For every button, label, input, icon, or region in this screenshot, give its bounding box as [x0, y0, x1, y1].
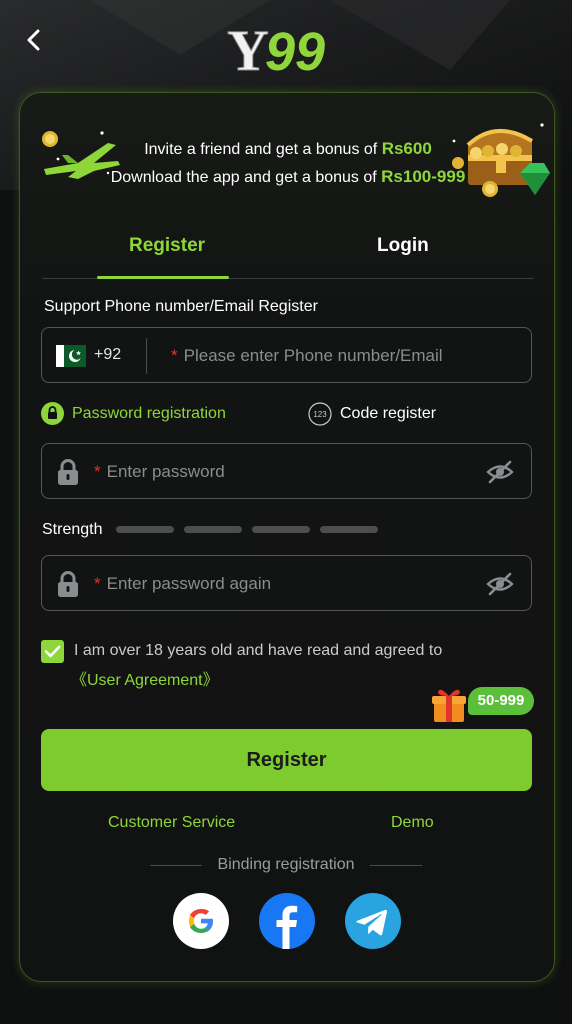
tab-login[interactable]: Login	[377, 235, 429, 257]
customer-service-link[interactable]: Customer Service	[108, 814, 235, 832]
phone-email-field[interactable]: +92 * Please enter Phone number/Email	[41, 327, 532, 383]
gift-icon	[432, 689, 466, 722]
treasure-chest-icon	[452, 123, 550, 197]
password-input[interactable]: * Enter password	[94, 462, 225, 482]
svg-text:99: 99	[265, 22, 325, 78]
phone-email-input[interactable]: * Please enter Phone number/Email	[171, 346, 443, 366]
lock-circle-icon	[41, 402, 64, 425]
strength-segment	[252, 526, 310, 533]
promo-invite-amount: Rs600	[381, 139, 432, 158]
numbers-icon: 123	[308, 402, 332, 426]
password-again-input[interactable]: * Enter password again	[94, 574, 271, 594]
password-field[interactable]: * Enter password	[41, 443, 532, 499]
country-code[interactable]: +92	[94, 346, 121, 364]
back-button[interactable]	[20, 26, 48, 54]
facebook-icon	[276, 905, 298, 949]
strength-segment	[320, 526, 378, 533]
agreement-row: I am over 18 years old and have read and…	[41, 640, 521, 692]
active-tab-indicator	[97, 276, 229, 279]
strength-segment	[116, 526, 174, 533]
password-again-placeholder: Enter password again	[106, 574, 272, 593]
password-registration-label: Password registration	[72, 404, 226, 422]
y99-logo: Y 99	[225, 18, 350, 84]
decorative-shape	[330, 0, 510, 70]
password-strength-meter: Strength	[42, 521, 442, 541]
register-card: Invite a friend and get a bonus of Rs600…	[19, 92, 555, 982]
password-again-field[interactable]: * Enter password again	[41, 555, 532, 611]
code-register-option[interactable]: 123 Code register	[308, 402, 436, 426]
pakistan-flag-icon[interactable]	[56, 345, 86, 367]
telegram-icon	[356, 909, 387, 936]
agreement-checkbox[interactable]	[41, 640, 64, 663]
agreement-text: I am over 18 years old and have read and…	[74, 642, 443, 659]
lock-icon	[58, 459, 78, 485]
eye-off-icon[interactable]	[485, 459, 515, 485]
section-title: Support Phone number/Email Register	[44, 298, 318, 315]
auth-tabs: Register Login	[42, 221, 534, 279]
phone-email-placeholder: Please enter Phone number/Email	[183, 346, 443, 365]
lock-icon	[58, 571, 78, 597]
binding-registration-divider: Binding registration	[150, 855, 422, 877]
user-agreement-link[interactable]: 《User Agreement》	[71, 666, 219, 690]
demo-link[interactable]: Demo	[391, 814, 434, 832]
strength-segment	[184, 526, 242, 533]
svg-text:Y: Y	[227, 18, 269, 78]
promo-banner: Invite a friend and get a bonus of Rs600…	[20, 93, 556, 203]
required-mark: *	[94, 574, 101, 593]
check-icon	[44, 645, 61, 658]
strength-label: Strength	[42, 521, 103, 538]
chevron-left-icon	[27, 29, 40, 51]
registration-mode-row: Password registration 123 Code register	[41, 402, 532, 430]
required-mark: *	[171, 346, 178, 365]
divider-line	[370, 865, 422, 866]
password-registration-option[interactable]: Password registration	[41, 402, 226, 425]
google-icon	[189, 909, 213, 933]
code-register-label: Code register	[340, 405, 437, 422]
google-login-button[interactable]	[173, 893, 229, 949]
password-placeholder: Enter password	[106, 462, 225, 481]
telegram-login-button[interactable]	[345, 893, 401, 949]
tab-register[interactable]: Register	[129, 235, 205, 257]
required-mark: *	[94, 462, 101, 481]
register-button[interactable]: Register	[41, 729, 532, 791]
facebook-login-button[interactable]	[259, 893, 315, 949]
divider	[146, 338, 147, 374]
eye-off-icon[interactable]	[485, 571, 515, 597]
bonus-badge: 50-999	[468, 687, 534, 715]
svg-text:123: 123	[313, 410, 327, 419]
